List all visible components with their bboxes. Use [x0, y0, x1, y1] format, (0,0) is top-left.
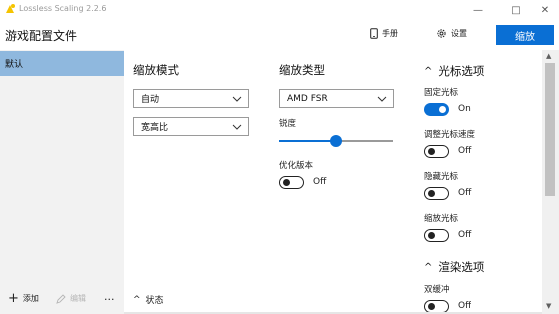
status-toggle[interactable]: ^ 状态 [133, 293, 164, 307]
sharpness-label: 锐度 [279, 119, 297, 129]
cursor-option-label: 隐藏光标 [424, 172, 459, 182]
cursor-speed-toggle[interactable] [424, 145, 449, 158]
chevron-down-icon [232, 124, 242, 130]
aspect-ratio-select[interactable]: 宽高比 [133, 117, 249, 136]
scaling-type-value: AMD FSR [287, 93, 328, 104]
profile-item-default[interactable]: 默认 [0, 51, 124, 76]
settings-label: 设置 [451, 29, 467, 38]
vertical-scrollbar[interactable]: ▲ ▼ [542, 50, 559, 314]
edit-profile-button[interactable]: 编辑 [56, 293, 86, 304]
chevron-down-icon [377, 96, 387, 102]
scale-cursor-toggle[interactable] [424, 229, 449, 242]
add-label: 添加 [22, 294, 39, 303]
plus-icon: + [8, 290, 19, 306]
cursor-option-label: 缩放光标 [424, 214, 459, 224]
render-options-title: 渲染选项 [438, 260, 485, 274]
scaling-mode-select[interactable]: 自动 [133, 89, 249, 108]
manual-button[interactable]: 手册 [370, 28, 398, 39]
scroll-down-icon[interactable]: ▼ [546, 302, 551, 310]
profile-sidebar: 默认 + 添加 编辑 ... [0, 50, 124, 314]
add-profile-button[interactable]: + 添加 [8, 290, 39, 306]
scroll-thumb[interactable] [545, 63, 555, 196]
optimize-toggle[interactable] [279, 176, 304, 189]
sharpness-slider[interactable] [279, 135, 393, 147]
scroll-up-icon[interactable]: ▲ [546, 52, 551, 60]
hide-cursor-toggle[interactable] [424, 187, 449, 200]
title-bar: Lossless Scaling 2.2.6 — □ ✕ [0, 0, 559, 20]
scaling-type-select[interactable]: AMD FSR [279, 89, 394, 108]
scaling-type-title: 缩放类型 [279, 63, 325, 77]
pencil-icon [56, 293, 66, 304]
cursor-option-label: 固定光标 [424, 88, 459, 98]
phone-icon [370, 28, 378, 39]
lock-cursor-toggle[interactable] [424, 103, 449, 116]
cursor-option-state: Off [458, 188, 472, 198]
chevron-up-icon: ^ [133, 294, 141, 305]
more-options-button[interactable]: ... [104, 290, 115, 303]
page-title: 游戏配置文件 [5, 29, 78, 43]
edit-label: 编辑 [70, 294, 86, 303]
maximize-button[interactable]: □ [502, 0, 530, 20]
render-option-label: 双缓冲 [424, 285, 450, 295]
scaling-mode-value: 自动 [141, 95, 160, 105]
scaling-mode-title: 缩放模式 [133, 63, 179, 77]
window-title: Lossless Scaling 2.2.6 [19, 4, 107, 13]
app-logo-icon [6, 4, 15, 13]
optimize-label: 优化版本 [279, 161, 314, 171]
cursor-option-label: 调整光标速度 [424, 130, 476, 140]
aspect-ratio-value: 宽高比 [141, 123, 169, 133]
cursor-options-title: 光标选项 [438, 64, 485, 78]
sharpness-slider-fill [279, 140, 336, 142]
status-label: 状态 [145, 296, 164, 306]
cursor-option-state: On [458, 104, 471, 114]
scale-button[interactable]: 缩放 [496, 25, 554, 45]
render-options-header[interactable]: ^ 渲染选项 [424, 259, 484, 275]
optimize-state: Off [313, 177, 327, 187]
close-button[interactable]: ✕ [531, 0, 559, 20]
gear-icon [437, 29, 446, 38]
settings-button[interactable]: 设置 [436, 28, 467, 39]
chevron-up-icon: ^ [424, 65, 433, 77]
profile-label: 默认 [5, 60, 24, 70]
sharpness-slider-thumb[interactable] [330, 135, 342, 147]
minimize-button[interactable]: — [464, 0, 492, 20]
header: 游戏配置文件 手册 设置 [0, 20, 559, 50]
chevron-up-icon: ^ [424, 261, 433, 273]
cursor-options-header[interactable]: ^ 光标选项 [424, 63, 484, 79]
cursor-option-state: Off [458, 146, 472, 156]
cursor-option-state: Off [458, 230, 472, 240]
manual-label: 手册 [382, 29, 398, 38]
render-option-state: Off [458, 301, 472, 311]
chevron-down-icon [232, 96, 242, 102]
